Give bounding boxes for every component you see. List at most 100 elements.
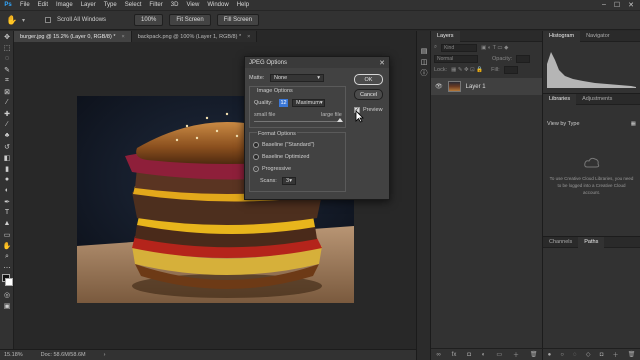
mask-icon[interactable]: ◘ [600,352,604,358]
quality-field[interactable]: 12 [279,99,288,107]
more-tools-icon[interactable]: ⋯ [0,262,14,273]
tab-libraries[interactable]: Libraries [543,93,577,105]
group-icon[interactable]: ▭ [496,351,502,358]
maximize-button[interactable]: ☐ [614,1,620,9]
trash-icon[interactable]: 🗑 [530,351,538,358]
type-tool-icon[interactable]: T [0,207,14,218]
lock-icons[interactable]: ▦ ✎ ✥ ⊡ 🔒 [451,67,483,73]
stamp-tool-icon[interactable]: ♣ [0,130,14,141]
tab-channels[interactable]: Channels [543,237,578,248]
healing-brush-tool-icon[interactable]: ✚ [0,108,14,119]
hand-tool-icon[interactable]: ✋ [6,15,17,25]
quality-preset-select[interactable]: Maximum ▾ [292,99,325,107]
zoom-tool-icon[interactable]: ⌕ [0,251,14,262]
fill-path-icon[interactable]: ● [548,352,552,358]
eraser-tool-icon[interactable]: ◧ [0,152,14,163]
scroll-all-windows-checkbox[interactable] [45,17,52,23]
menu-image[interactable]: Image [52,2,77,8]
quick-select-tool-icon[interactable]: ✎ [0,64,14,75]
blend-mode-select[interactable]: Normal [434,54,478,63]
blur-tool-icon[interactable]: ● [0,174,14,185]
screen-mode-icon[interactable]: ▣ [0,300,14,311]
quality-slider-thumb[interactable] [337,118,343,122]
tab-histogram[interactable]: Histogram [543,30,581,42]
brush-tool-icon[interactable]: ∕ [0,119,14,130]
radio-button-selected[interactable] [253,166,259,172]
stroke-path-icon[interactable]: ○ [560,352,564,358]
format-option-baseline-optimized[interactable]: Baseline Optimized [253,154,309,160]
tab-adjustments[interactable]: Adjustments [576,94,618,105]
gradient-tool-icon[interactable]: ▮ [0,163,14,174]
scans-select[interactable]: 3 ▾ [282,177,296,185]
tab-burger[interactable]: burger.jpg @ 15.2% (Layer 0, RGB/8) * × [14,31,132,42]
format-option-progressive[interactable]: Progressive [253,166,291,172]
menu-window[interactable]: Window [203,2,232,8]
lasso-tool-icon[interactable]: ◌ [0,53,14,64]
hand-tool-icon[interactable]: ✋ [0,240,14,251]
cancel-button[interactable]: Cancel [354,89,383,100]
link-icon[interactable]: ∞ [436,352,440,358]
menu-select[interactable]: Select [121,2,146,8]
fill-screen-button[interactable]: Fill Screen [216,14,260,26]
minimize-button[interactable]: – [602,1,606,9]
radio-button[interactable] [253,154,259,160]
quick-mask-icon[interactable]: ◎ [0,289,14,300]
info-panel-icon[interactable]: ⓘ [417,67,431,78]
ok-button[interactable]: OK [354,74,383,85]
pen-tool-icon[interactable]: ✒ [0,196,14,207]
make-path-icon[interactable]: ◇ [586,351,591,358]
chevron-down-icon[interactable]: ▾ [22,17,25,24]
color-swatches[interactable] [0,273,14,289]
new-layer-icon[interactable]: ＋ [513,350,519,359]
layer-name[interactable]: Layer 1 [466,84,486,90]
crop-tool-icon[interactable]: ⌗ [0,75,14,86]
menu-layer[interactable]: Layer [77,2,100,8]
opacity-field[interactable] [516,54,531,63]
menu-3d[interactable]: 3D [167,2,183,8]
shape-tool-icon[interactable]: ▭ [0,229,14,240]
zoom-level[interactable]: 15.18% [4,352,23,358]
menu-type[interactable]: Type [100,2,121,8]
load-selection-icon[interactable]: ◌ [573,352,577,358]
layer-row[interactable]: 👁 Layer 1 [431,78,542,95]
new-path-icon[interactable]: ＋ [613,350,619,359]
status-arrow-icon[interactable]: › [104,352,106,358]
tab-navigator[interactable]: Navigator [580,31,616,42]
eye-icon[interactable]: 👁 [435,83,443,90]
eyedropper-tool-icon[interactable]: ⁄ [0,97,14,108]
move-tool-icon[interactable]: ✥ [0,31,14,42]
menu-edit[interactable]: Edit [34,2,52,8]
fit-screen-button[interactable]: Fit Screen [169,14,211,26]
format-option-baseline-standard[interactable]: Baseline ("Standard") [253,142,315,148]
menu-file[interactable]: File [16,2,34,8]
mask-icon[interactable]: ◘ [467,352,471,358]
tab-paths[interactable]: Paths [578,236,605,248]
history-panel-icon[interactable]: ▤ [417,45,431,56]
properties-panel-icon[interactable]: ◫ [417,56,431,67]
close-icon[interactable]: ✕ [379,59,389,67]
filter-icons[interactable]: ▣ ◐ T ▭ ◆ [481,45,508,51]
history-brush-tool-icon[interactable]: ↺ [0,141,14,152]
fill-field[interactable] [503,65,518,74]
close-tab-icon[interactable]: × [247,34,250,40]
close-window-button[interactable]: ✕ [628,1,634,9]
quality-slider-track[interactable] [254,121,340,122]
zoom-100-button[interactable]: 100% [134,14,164,26]
tab-layers[interactable]: Layers [431,30,460,42]
tab-backpack[interactable]: backpack.png @ 100% (Layer 1, RGB/8) * × [131,31,258,42]
matte-select[interactable]: None ▾ [270,74,324,82]
menu-help[interactable]: Help [233,2,253,8]
adjustment-icon[interactable]: ◐ [482,352,486,358]
dodge-tool-icon[interactable]: ◐ [0,185,14,196]
kind-filter-select[interactable]: Kind [441,43,478,52]
fx-icon[interactable]: fx [452,352,457,358]
close-tab-icon[interactable]: × [121,34,124,40]
radio-button[interactable] [253,142,259,148]
path-select-tool-icon[interactable]: ▲ [0,218,14,229]
view-by-select[interactable]: View by Type [547,121,580,127]
grid-view-icon[interactable]: ▦ [631,121,636,127]
trash-icon[interactable]: 🗑 [628,351,636,358]
dialog-title-bar[interactable]: JPEG Options ✕ [245,57,389,68]
frame-tool-icon[interactable]: ⊠ [0,86,14,97]
menu-view[interactable]: View [182,2,203,8]
